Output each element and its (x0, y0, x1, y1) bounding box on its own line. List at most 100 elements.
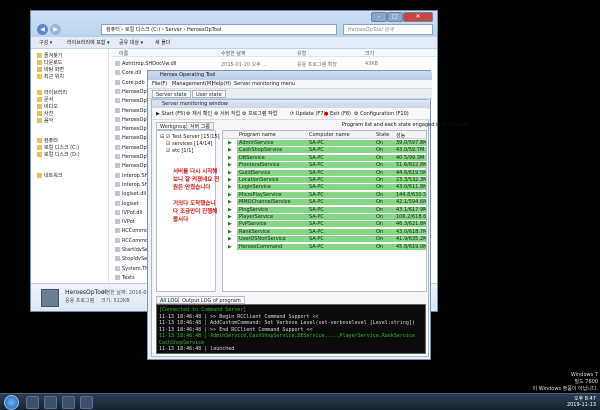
file-item[interactable]: Aohttrop.SHDocVw.dll (115, 61, 176, 68)
file-item[interactable]: logiset (115, 200, 139, 208)
file-icon (115, 274, 120, 280)
table-row[interactable]: LocationService SA-PC On 23.3/532.3M (237, 177, 426, 184)
close-button[interactable]: ✕ (403, 12, 433, 22)
cell-state: On (376, 228, 384, 235)
table-row[interactable]: GuildService SA-PC On 44.6/619.5M (237, 169, 426, 177)
tab-server-group[interactable]: 서버 그룹 (186, 122, 214, 130)
cell-pc: SA-PC (309, 154, 324, 161)
table-row[interactable]: CashShopService SA-PC On 43.0/59.7M (237, 147, 426, 155)
nav-item[interactable]: 문서 (37, 97, 53, 104)
forward-icon[interactable]: ▶ (50, 24, 61, 35)
table-row[interactable]: RankService SA-PC On 43.0/618.7M (237, 228, 426, 236)
nav-item[interactable]: 로컬 디스크 (C:) (37, 145, 79, 152)
taskbar-media-icon[interactable] (44, 396, 57, 409)
menu-server-monitoring[interactable]: Server monitoring menu (234, 81, 295, 88)
nav-item[interactable]: 라이브러리 (37, 90, 67, 97)
nav-item[interactable]: 다운로드 (37, 60, 62, 67)
tab-output-log[interactable]: Output LOG of program (178, 296, 245, 304)
table-row[interactable]: DBService SA-PC On 40.5/99.3M (237, 154, 426, 162)
taskbar-heroes-icon[interactable] (80, 396, 93, 409)
grid-col-state[interactable]: State (376, 132, 389, 138)
nav-item[interactable]: 네트워크 (37, 173, 62, 180)
minimize-button[interactable]: – (371, 12, 387, 22)
explorer-toolbar: 구성 ▾ 라이브러리에 포함 ▾ 공유 대상 ▾ 새 폴더 (31, 37, 437, 49)
cell-perf: 43.1/617.9M (396, 206, 427, 213)
update-button[interactable]: ⟳ Update (F7) (290, 111, 325, 118)
file-item[interactable]: Core.pdb (115, 79, 145, 87)
grid-col-perf[interactable]: 성능 (396, 132, 405, 139)
nav-item[interactable]: 사진 (37, 111, 53, 118)
table-row[interactable]: MicroPlayService SA-PC On 144.8/630.5M (237, 191, 426, 199)
tree-item-etc[interactable]: ☑ etc [1/1] (166, 148, 193, 154)
menu-management[interactable]: Management(M) (172, 81, 213, 88)
details-kind: 응용 프로그램 (65, 298, 95, 304)
tree-item-services[interactable]: ☑ services [14/14] (166, 141, 213, 147)
exit-button[interactable]: ● Exit (F8) (324, 111, 351, 118)
file-item[interactable]: Texts (115, 274, 135, 282)
taskbar-app-icon[interactable] (62, 396, 75, 409)
file-item[interactable]: IVPot (115, 219, 135, 226)
nav-item[interactable]: 음악 (37, 118, 53, 125)
nav-item[interactable]: 최근 위치 (37, 74, 64, 81)
server-work-button[interactable]: ⚙ 서버 작업 (214, 111, 240, 118)
column-name[interactable]: 이름 (119, 50, 128, 57)
share-button[interactable]: 공유 대상 ▾ (119, 39, 143, 47)
table-row[interactable]: PingService SA-PC On 43.1/617.9M (237, 206, 427, 214)
table-row[interactable]: LoginService SA-PC On 43.0/611.8M (237, 184, 426, 192)
app-icon (41, 289, 59, 307)
table-row[interactable]: HeroesCommand SA-PC On 45.8/619.0M (237, 243, 426, 251)
tree-item-test-server[interactable]: ⊟ ☑ Test Server [15/15] (160, 134, 220, 140)
table-row[interactable]: PlayerService SA-PC On 106.2/618.6M (237, 214, 426, 221)
grid-col-program[interactable]: Program name (239, 132, 276, 138)
menu-help[interactable]: Help(H) (212, 81, 231, 88)
nav-item-label: 비디오 (44, 104, 58, 110)
taskbar-clock[interactable]: 오후 8:47 2019-11-13 (540, 396, 596, 410)
file-item[interactable]: IVPot.dll (115, 209, 142, 217)
server-check-button[interactable]: ⚙ 재서 확인 (186, 111, 212, 118)
nav-item[interactable]: 바탕 화면 (37, 67, 64, 74)
table-row[interactable]: MMOChannelService SA-PC On 42.1/594.6M (237, 199, 426, 207)
include-library-button[interactable]: 라이브러리에 포함 ▾ (67, 39, 110, 47)
search-input[interactable]: HeroesOpTool 검색 (343, 24, 433, 35)
file-item[interactable]: logiset.dll (115, 191, 146, 198)
cell-name: LocationService (239, 177, 279, 183)
start-button[interactable] (4, 395, 19, 410)
grid-col-computer[interactable]: Computer name (309, 132, 350, 138)
back-icon[interactable]: ◀ (37, 24, 48, 35)
folder-icon (37, 138, 42, 143)
table-row[interactable]: FrontendService SA-PC On 51.6/822.8M (237, 162, 426, 170)
column-type[interactable]: 유형 (297, 50, 306, 57)
start-button[interactable]: ▶ Start (F5) (156, 111, 185, 118)
address-bar[interactable]: 컴퓨터 › 로컬 디스크 (C:) › Server › HeroesOpToo… (101, 24, 337, 35)
table-row[interactable]: PvPService SA-PC On 46.3/621.8M (237, 221, 426, 229)
program-work-button[interactable]: ⚙ 프로그램 작업 (242, 111, 277, 118)
configuration-button[interactable]: ⚙ Configuration (F10) (354, 111, 409, 118)
nav-item[interactable]: 비디오 (37, 104, 58, 111)
tab-user-state[interactable]: User state (192, 90, 226, 98)
nav-item[interactable]: 로컬 디스크 (D:) (37, 152, 80, 159)
taskbar-explorer-icon[interactable] (26, 396, 39, 409)
file-item[interactable]: Core.dll (115, 70, 141, 77)
cell-pc: SA-PC (309, 243, 324, 250)
organize-button[interactable]: 구성 ▾ (39, 39, 52, 47)
maximize-button[interactable]: □ (387, 12, 403, 22)
nav-item[interactable]: 즐겨찾기 (37, 53, 62, 60)
table-row[interactable]: AdminService SA-PC On 39.0/597.8M (237, 140, 426, 147)
table-row[interactable]: UserDSNonService SA-PC On 41.9/635.2M (237, 236, 426, 244)
cell-state: On (376, 154, 384, 161)
cell-pc: SA-PC (309, 221, 324, 228)
cell-name: AdminService (239, 140, 274, 146)
log-line: 11-13 18:46:48 | launched (159, 346, 235, 352)
menu-file[interactable]: File(F) (152, 81, 167, 88)
column-size[interactable]: 크기 (365, 50, 374, 57)
row-play-icon: ▶ (228, 162, 232, 169)
log-console[interactable]: [Connected to Command Server] 11-13 18:46… (156, 304, 426, 354)
new-folder-button[interactable]: 새 폴더 (155, 39, 170, 47)
log-tabs: All LOG Output LOG of program (156, 296, 356, 304)
nav-item[interactable]: 컴퓨터 (37, 138, 58, 145)
row-play-icon: ▶ (228, 147, 232, 154)
cell-state: On (376, 191, 384, 198)
tab-server-state[interactable]: Server state (152, 90, 191, 98)
column-date[interactable]: 수정한 날짜 (221, 50, 246, 57)
cell-name: PvPService (239, 221, 267, 228)
